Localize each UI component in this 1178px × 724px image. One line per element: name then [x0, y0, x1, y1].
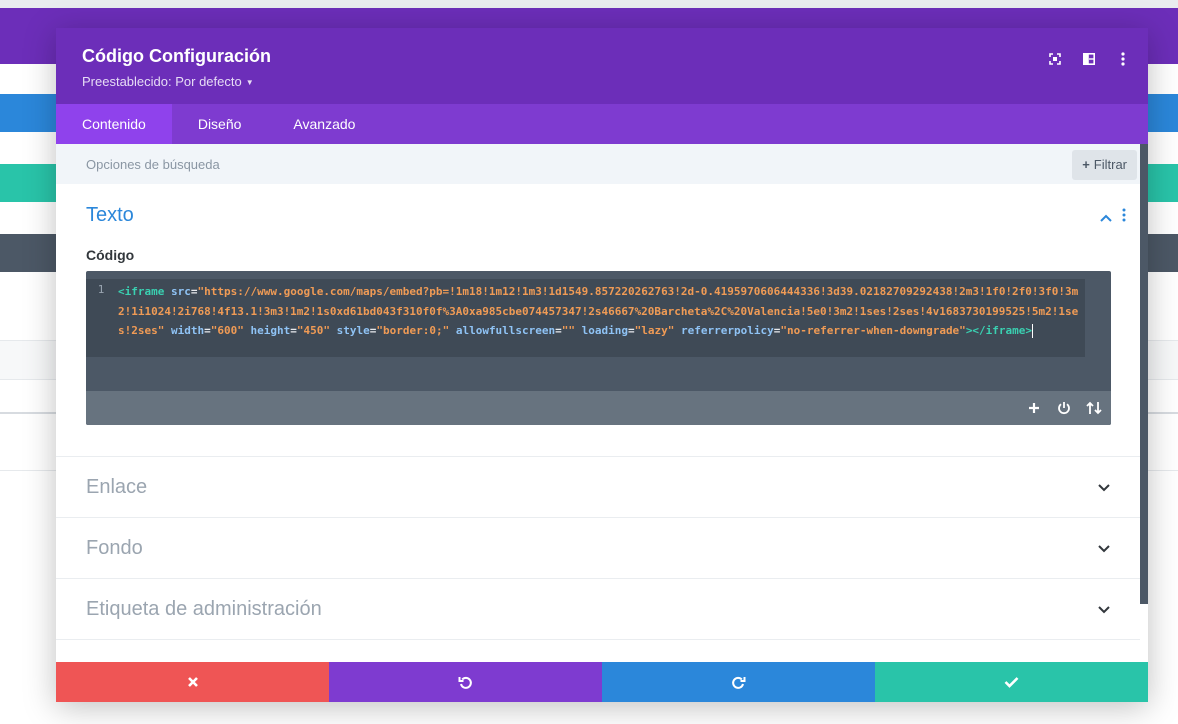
line-number: 1: [97, 283, 105, 296]
section-options-icon[interactable]: [1122, 208, 1126, 227]
code-editor-toolbar: [86, 391, 1111, 425]
preset-dropdown[interactable]: Preestablecido: Por defecto ▼: [82, 74, 254, 89]
undo-button[interactable]: [329, 662, 602, 702]
section-text-title[interactable]: Texto: [86, 204, 134, 227]
chevron-up-icon[interactable]: [1100, 209, 1112, 227]
code-editor-input[interactable]: 1 <iframe src="https://www.google.com/ma…: [86, 279, 1085, 357]
code-token-height-value: "450": [296, 324, 330, 337]
sort-arrows-icon[interactable]: [1085, 399, 1103, 417]
plus-icon: +: [1082, 157, 1090, 172]
chevron-down-icon[interactable]: [1098, 601, 1110, 619]
chevron-down-icon[interactable]: [1098, 479, 1110, 497]
code-token-attr-style: style: [329, 324, 370, 337]
code-token-equals: =: [628, 324, 635, 337]
scrollbar[interactable]: [1140, 144, 1148, 604]
search-bar: +Filtrar: [56, 144, 1148, 184]
fullscreen-icon[interactable]: [1044, 48, 1066, 70]
code-token-style-value: "border:0;": [376, 324, 450, 337]
filter-button[interactable]: + Filtrar: [1072, 150, 1137, 180]
section-background-title: Fondo: [86, 537, 143, 559]
tab-content[interactable]: Contenido: [56, 104, 172, 144]
code-field-label: Código: [86, 247, 135, 263]
split-view-icon[interactable]: [1078, 48, 1100, 70]
page-top-strip: [0, 0, 1178, 8]
close-icon: [187, 677, 198, 687]
power-icon[interactable]: [1055, 399, 1073, 417]
code-token-equals: =: [555, 324, 562, 337]
code-token-attr-loading: loading: [575, 324, 629, 337]
section-link-title: Enlace: [86, 476, 148, 498]
section-admin-label[interactable]: Etiqueta de administración: [56, 579, 1140, 640]
preset-label: Preestablecido: Por defecto: [82, 74, 242, 89]
code-token-equals: =: [204, 324, 211, 337]
modal-header[interactable]: Código Configuración Preestablecido: Por…: [56, 28, 1148, 104]
code-token-width-value: "600": [210, 324, 244, 337]
discard-button[interactable]: [56, 662, 329, 702]
save-button[interactable]: [875, 662, 1148, 702]
code-token-attr-height: height: [243, 324, 291, 337]
code-token-attr-allowfullscreen: allowfullscreen: [449, 324, 556, 337]
modal-footer: [56, 662, 1148, 702]
section-link[interactable]: Enlace: [56, 457, 1140, 518]
tab-design[interactable]: Diseño: [172, 104, 268, 144]
check-icon: [1004, 677, 1019, 688]
section-admin-label-title: Etiqueta de administración: [86, 598, 322, 620]
modal-title: Código Configuración: [82, 46, 271, 66]
code-token-equals: =: [290, 324, 297, 337]
code-token-attr-src: src: [164, 285, 191, 298]
tab-advanced[interactable]: Avanzado: [267, 104, 381, 144]
code-token-tag-close: ></iframe>: [965, 324, 1033, 337]
section-background[interactable]: Fondo: [56, 518, 1140, 579]
text-cursor: [1032, 324, 1034, 338]
settings-modal: Código Configuración Preestablecido: Por…: [56, 28, 1148, 702]
code-token-allowfullscreen-value: "": [561, 324, 576, 337]
tab-bar: Contenido Diseño Avanzado: [56, 104, 1148, 144]
undo-icon: [458, 676, 472, 689]
plus-icon[interactable]: [1025, 399, 1043, 417]
code-token-attr-referrerpolicy: referrerpolicy: [674, 324, 774, 337]
chevron-down-icon[interactable]: [1098, 540, 1110, 558]
filter-label: Filtrar: [1093, 157, 1127, 172]
code-text[interactable]: <iframe src="https://www.google.com/maps…: [118, 282, 1082, 341]
search-input[interactable]: [74, 144, 978, 184]
section-text: Texto Código 1 <iframe src="https://www.…: [56, 184, 1140, 457]
code-token-attr-width: width: [164, 324, 205, 337]
redo-icon: [732, 676, 746, 689]
caret-down-icon: ▼: [245, 78, 254, 88]
code-token-referrerpolicy-value: "no-referrer-when-downgrade": [780, 324, 966, 337]
settings-content: Texto Código 1 <iframe src="https://www.…: [56, 184, 1140, 640]
code-editor: 1 <iframe src="https://www.google.com/ma…: [86, 271, 1111, 425]
redo-button[interactable]: [602, 662, 875, 702]
code-token-loading-value: "lazy": [634, 324, 675, 337]
more-options-icon[interactable]: [1112, 48, 1134, 70]
code-token-tag-open: <iframe: [118, 285, 165, 298]
